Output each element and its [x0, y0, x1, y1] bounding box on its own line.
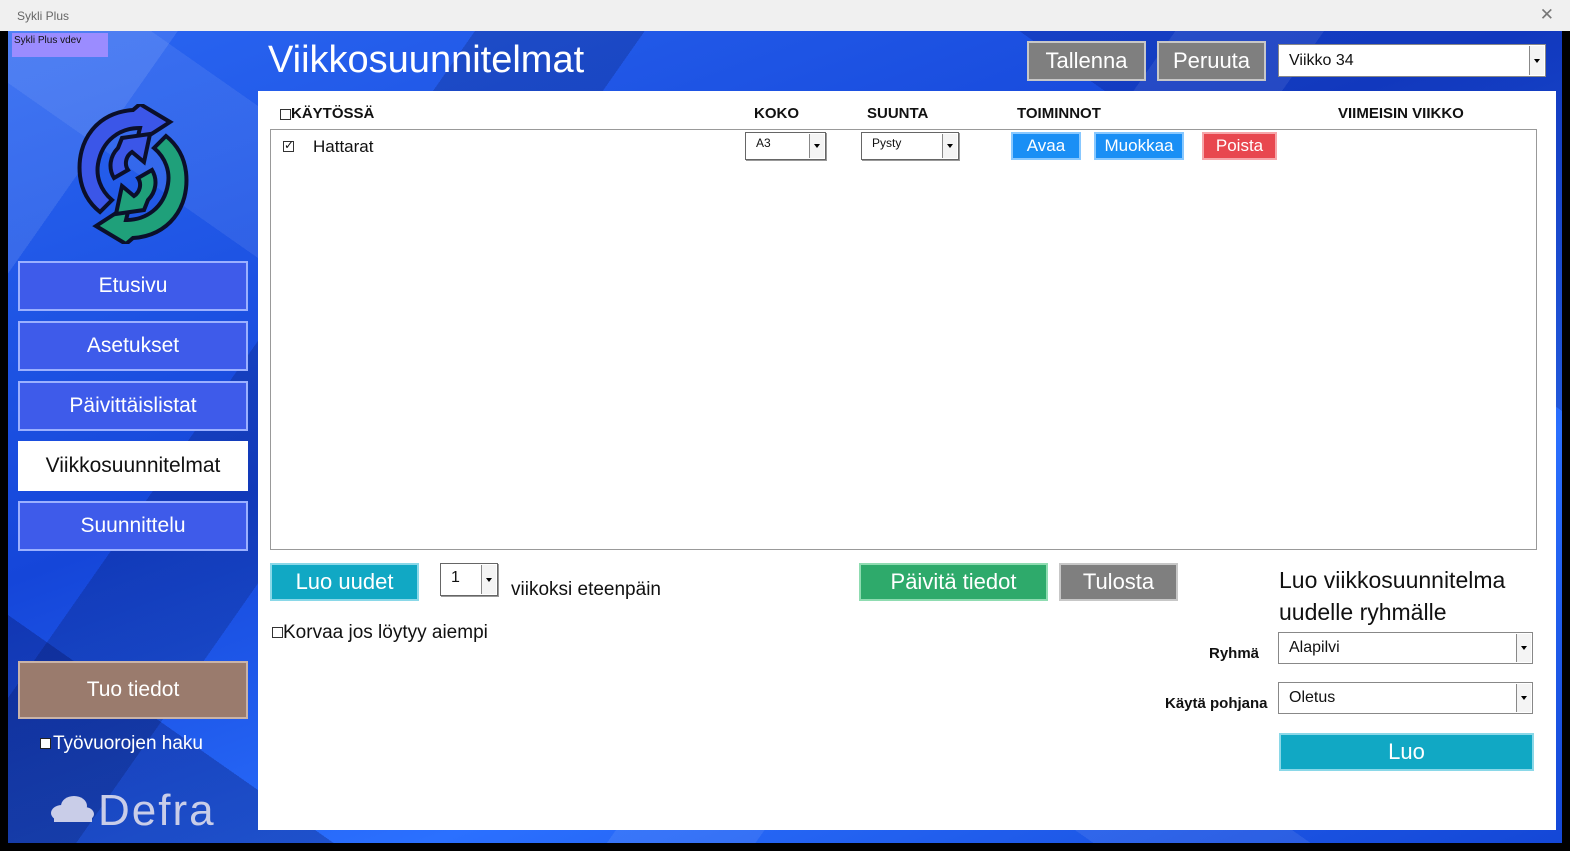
chevron-down-icon[interactable]: [1516, 684, 1531, 712]
size-select[interactable]: A3: [745, 132, 826, 160]
replace-existing-checkbox[interactable]: [272, 627, 283, 639]
template-select[interactable]: Oletus: [1278, 682, 1533, 714]
plans-table: Hattarat A3 Pysty Avaa Muokkaa Poista: [270, 129, 1537, 550]
header-in-use-label: KÄYTÖSSÄ: [291, 105, 375, 122]
version-badge: Sykli Plus vdev: [12, 33, 108, 57]
replace-existing-option: Korvaa jos löytyy aiempi: [272, 622, 488, 644]
group-select[interactable]: Alapilvi: [1278, 632, 1533, 664]
chevron-down-icon[interactable]: [942, 134, 957, 158]
cancel-button[interactable]: Peruuta: [1157, 41, 1266, 81]
open-button[interactable]: Avaa: [1011, 132, 1081, 160]
sidebar-item-etusivu[interactable]: Etusivu: [18, 261, 248, 311]
chevron-down-icon[interactable]: [1516, 634, 1531, 662]
shift-fetch-checkbox[interactable]: [40, 738, 51, 750]
group-label: Ryhmä: [1209, 645, 1260, 662]
brand-name: Defra: [98, 786, 216, 835]
page-title: Viikkosuunnitelmat: [268, 39, 585, 81]
weeks-count-select[interactable]: 1: [440, 563, 498, 596]
delete-button[interactable]: Poista: [1202, 132, 1277, 160]
app-window: Sykli Plus vdev Etusivu Asetukset Päivit…: [8, 31, 1562, 843]
weeks-count-value: 1: [451, 569, 460, 586]
template-label: Käytä pohjana: [1165, 695, 1268, 712]
print-button[interactable]: Tulosta: [1059, 563, 1178, 601]
close-icon[interactable]: ✕: [1540, 5, 1554, 25]
week-select-value: Viikko 34: [1289, 52, 1354, 69]
week-select[interactable]: Viikko 34: [1278, 44, 1546, 77]
save-button[interactable]: Tallenna: [1027, 41, 1146, 81]
main-content: KÄYTÖSSÄ KOKO SUUNTA TOIMINNOT VIIMEISIN…: [258, 91, 1556, 830]
new-group-heading-line1: Luo viikkosuunnitelma: [1279, 567, 1506, 593]
header-direction: SUUNTA: [867, 105, 929, 122]
replace-existing-label: Korvaa jos löytyy aiempi: [283, 622, 488, 643]
app-logo-icon: [77, 104, 189, 244]
create-new-button[interactable]: Luo uudet: [270, 563, 419, 601]
sidebar-item-suunnittelu[interactable]: Suunnittelu: [18, 501, 248, 551]
table-row: Hattarat A3 Pysty Avaa Muokkaa Poista: [271, 130, 1536, 164]
weeks-ahead-label: viikoksi eteenpäin: [511, 579, 661, 600]
sidebar-item-viikkosuunnitelmat[interactable]: Viikkosuunnitelmat: [18, 441, 248, 491]
shift-fetch-option: Työvuorojen haku: [40, 733, 203, 755]
cloud-icon: [51, 796, 94, 822]
row-group-name: Hattarat: [313, 137, 374, 156]
refresh-data-button[interactable]: Päivitä tiedot: [859, 563, 1048, 601]
shift-fetch-label: Työvuorojen haku: [53, 733, 203, 754]
create-button[interactable]: Luo: [1279, 733, 1534, 771]
brand-logo: Defra: [50, 786, 216, 836]
size-select-value: A3: [756, 136, 771, 150]
header-size: KOKO: [754, 105, 799, 122]
direction-select-value: Pysty: [872, 136, 902, 150]
template-select-value: Oletus: [1289, 689, 1336, 706]
window-title: Sykli Plus: [17, 9, 70, 23]
import-data-button[interactable]: Tuo tiedot: [18, 661, 248, 719]
header-actions: TOIMINNOT: [1017, 105, 1101, 122]
row-enabled-checkbox[interactable]: [283, 138, 294, 152]
new-group-heading: Luo viikkosuunnitelma uudelle ryhmälle: [1279, 564, 1505, 628]
select-all-checkbox[interactable]: [280, 108, 291, 120]
new-group-heading-line2: uudelle ryhmälle: [1279, 599, 1447, 625]
chevron-down-icon[interactable]: [1529, 46, 1544, 75]
chevron-down-icon[interactable]: [481, 565, 496, 594]
chevron-down-icon[interactable]: [809, 134, 824, 158]
header-last-week: VIIMEISIN VIIKKO: [1338, 105, 1464, 122]
title-bar: Sykli Plus ✕: [0, 0, 1570, 31]
direction-select[interactable]: Pysty: [861, 132, 959, 160]
sidebar-item-paivittaislistat[interactable]: Päivittäislistat: [18, 381, 248, 431]
header-in-use: KÄYTÖSSÄ: [280, 105, 374, 122]
edit-button[interactable]: Muokkaa: [1094, 132, 1184, 160]
group-select-value: Alapilvi: [1289, 639, 1340, 656]
sidebar-item-asetukset[interactable]: Asetukset: [18, 321, 248, 371]
